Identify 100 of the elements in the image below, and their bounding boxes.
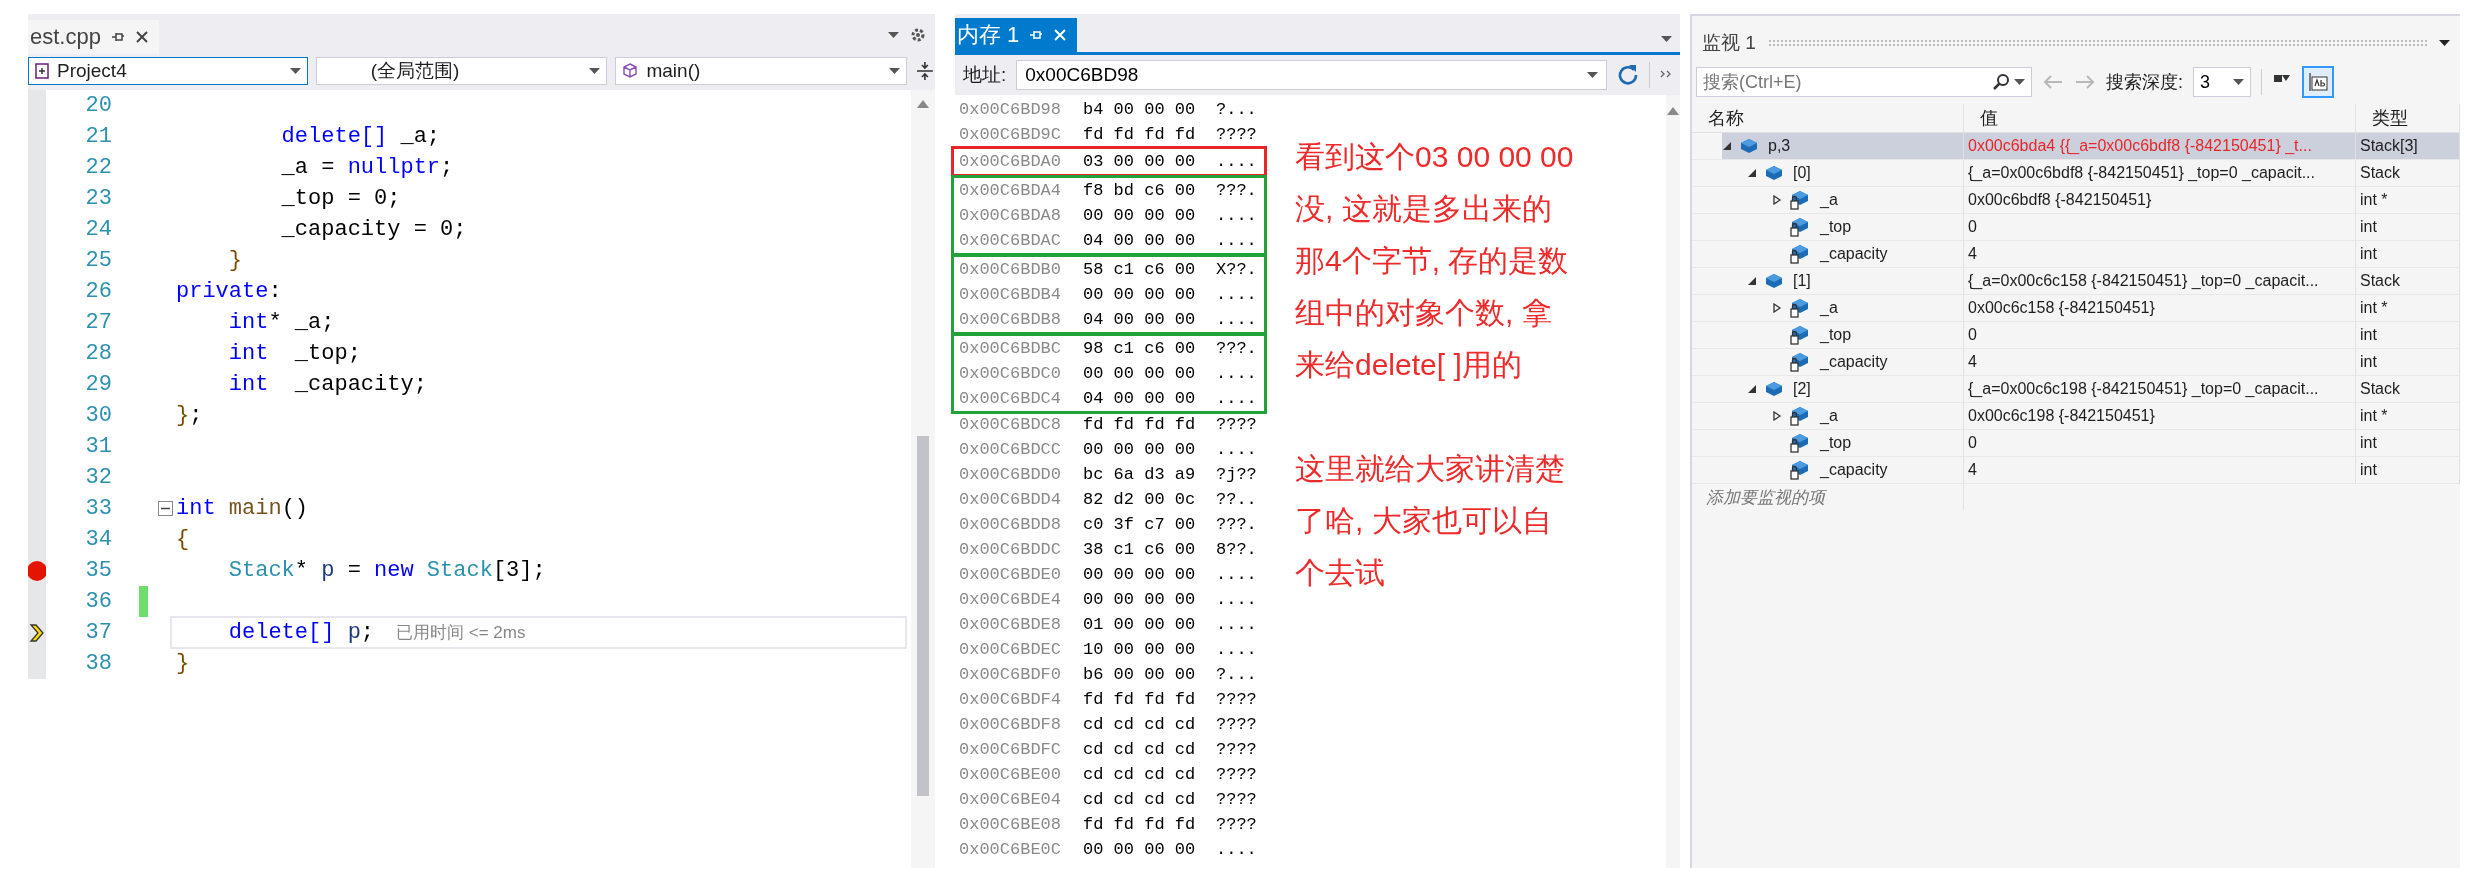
memory-bytes: f8 bd c6 00 <box>1083 181 1197 200</box>
watch-name: [2] <box>1792 380 1811 398</box>
memory-chars: .... <box>1216 285 1257 304</box>
code-line: int* _a; <box>227 310 335 335</box>
memory-chars: ???? <box>1216 125 1257 144</box>
close-icon[interactable] <box>134 30 149 44</box>
memory-bytes: 10 00 00 00 <box>1083 640 1197 659</box>
memory-bytes: b4 00 00 00 <box>1083 100 1197 119</box>
collapsed-arrow-icon[interactable] <box>1772 195 1782 205</box>
memory-address: 0x00C6BDFC <box>958 740 1063 759</box>
line-number: 29 <box>84 372 112 397</box>
pin-icon[interactable] <box>1029 28 1044 42</box>
watch-type: int <box>2359 326 2377 344</box>
scrollbar[interactable] <box>911 90 935 868</box>
expanded-arrow-icon[interactable] <box>1747 168 1757 178</box>
field-lock-icon <box>1790 298 1810 318</box>
refresh-icon[interactable] <box>1617 64 1639 86</box>
watch-value: 0 <box>1967 218 1977 236</box>
caret-icon[interactable] <box>1661 36 1672 42</box>
code-line: _capacity = 0; <box>280 217 467 242</box>
navigation-dropdown[interactable]: Project4 <box>28 57 308 85</box>
memory-address: 0x00C6BE08 <box>958 815 1063 834</box>
expanded-arrow-icon[interactable] <box>1747 384 1757 394</box>
scroll-up-icon[interactable] <box>1667 107 1679 115</box>
expanded-arrow-icon[interactable] <box>1722 141 1732 151</box>
watch-name: p,3 <box>1767 137 1791 155</box>
watch-value: 0x00c6bda4 {{_a=0x00c6bdf8 {-842150451} _t... <box>1967 137 2312 155</box>
memory-chars: ?j?? <box>1216 465 1257 484</box>
selected-row-highlight[interactable]: p,3 <box>1722 133 1963 159</box>
overflow-chevron-icon[interactable] <box>1660 70 1672 80</box>
memory-bytes: 00 00 00 00 <box>1083 440 1197 459</box>
memory-address: 0x00C6BDD8 <box>958 515 1063 534</box>
memory-bytes: fd fd fd fd <box>1083 815 1197 834</box>
memory-bytes: 00 00 00 00 <box>1083 285 1197 304</box>
depth-dropdown[interactable]: 3 <box>2193 67 2251 97</box>
line-number: 28 <box>84 341 112 366</box>
code-line: } <box>227 248 242 273</box>
caret-icon[interactable] <box>1587 72 1598 78</box>
watch-type: int <box>2359 434 2377 452</box>
memory-bytes: cd cd cd cd <box>1083 765 1197 784</box>
breakpoint-icon[interactable] <box>28 559 46 582</box>
memory-bytes: bc 6a d3 a9 <box>1083 465 1197 484</box>
code-line: { <box>176 527 190 552</box>
project-icon <box>35 63 49 79</box>
field-lock-icon <box>1790 406 1810 426</box>
memory-address: 0x00C6BE00 <box>958 765 1063 784</box>
memory-tab[interactable]: 内存 1 <box>955 18 1078 52</box>
field-lock-icon <box>1790 190 1810 210</box>
memory-bytes: cd cd cd cd <box>1083 715 1197 734</box>
line-number: 20 <box>84 93 112 118</box>
watch-value: 4 <box>1967 461 1977 479</box>
address-field[interactable]: 0x00C6BD98 <box>1016 60 1607 90</box>
document-tab[interactable]: est.cpp <box>28 20 159 54</box>
watch-value: 4 <box>1967 245 1977 263</box>
caret-icon[interactable] <box>589 68 601 74</box>
caret-icon[interactable] <box>289 68 301 74</box>
settings-icon[interactable] <box>909 26 927 44</box>
line-number: 21 <box>84 124 112 149</box>
watch-value: 0 <box>1967 326 1977 344</box>
line-number: 36 <box>84 589 112 614</box>
caret-icon[interactable] <box>2439 40 2450 46</box>
watch-name: [1] <box>1792 272 1811 290</box>
memory-address: 0x00C6BDD4 <box>958 490 1063 509</box>
cube-icon <box>1765 381 1783 397</box>
memory-bytes: 04 00 00 00 <box>1083 310 1197 329</box>
line-number: 30 <box>84 403 112 428</box>
pin-icon[interactable] <box>110 30 125 44</box>
memory-address: 0x00C6BE0C <box>958 840 1063 859</box>
scrollbar-thumb[interactable] <box>917 436 929 796</box>
collapse-icon[interactable] <box>158 501 173 516</box>
collapsed-arrow-icon[interactable] <box>1772 411 1782 421</box>
caret-icon[interactable] <box>889 68 901 74</box>
navigation-dropdown[interactable]: (全局范围) <box>315 57 608 85</box>
memory-address: 0x00C6BDAC <box>958 231 1063 250</box>
memory-chars: ??.. <box>1216 490 1257 509</box>
line-number: 31 <box>84 434 112 459</box>
memory-address: 0x00C6BDE0 <box>958 565 1063 584</box>
memory-chars: .... <box>1216 152 1257 171</box>
expanded-arrow-icon[interactable] <box>1747 276 1757 286</box>
watch-value: 0x00c6c198 {-842150451} <box>1967 407 2155 425</box>
caret-icon[interactable] <box>888 32 899 38</box>
code-line: _top = 0; <box>280 186 401 211</box>
memory-chars: X??. <box>1216 260 1257 279</box>
scroll-up-icon[interactable] <box>917 100 929 108</box>
line-number: 24 <box>84 217 112 242</box>
caret-icon[interactable] <box>2233 79 2244 85</box>
memory-bytes: 00 00 00 00 <box>1083 565 1197 584</box>
memory-address: 0x00C6BD9C <box>958 125 1063 144</box>
collapsed-arrow-icon[interactable] <box>1772 303 1782 313</box>
memory-bytes: 98 c1 c6 00 <box>1083 339 1197 358</box>
code-line: delete[] _a; <box>280 124 441 149</box>
split-icon[interactable] <box>915 61 935 81</box>
memory-bytes: 82 d2 00 0c <box>1083 490 1197 509</box>
memory-chars: ???? <box>1216 815 1257 834</box>
watch-name: _a <box>1818 407 1838 425</box>
memory-bytes: 00 00 00 00 <box>1083 206 1197 225</box>
add-watch-placeholder[interactable]: 添加要监视的项 <box>1692 484 1964 510</box>
navigation-dropdown[interactable]: main() <box>615 57 908 85</box>
memory-chars: 8??. <box>1216 540 1257 559</box>
format-toggle-button[interactable] <box>2302 66 2334 98</box>
